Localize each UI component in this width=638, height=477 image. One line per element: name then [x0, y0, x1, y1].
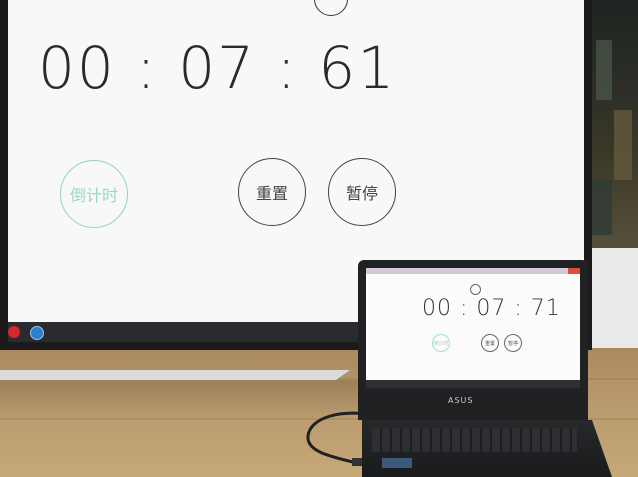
- laptop-taskbar: [366, 380, 580, 388]
- taskbar-app-icon-blue[interactable]: [30, 326, 44, 340]
- laptop-pause-button[interactable]: 暂停: [504, 334, 522, 352]
- laptop-stopwatch-time-display: 00 : 07 : 71: [422, 296, 561, 321]
- top-circle-icon[interactable]: [470, 284, 481, 295]
- laptop-brand-logo: ASUS: [448, 396, 474, 405]
- countdown-button[interactable]: 倒计时: [60, 160, 128, 228]
- stopwatch-time-display: 00 : 07 : 61: [38, 34, 397, 102]
- pause-button[interactable]: 暂停: [328, 158, 396, 226]
- monitor-stand: [0, 370, 350, 380]
- shelf-object: [596, 40, 612, 100]
- reset-button[interactable]: 重置: [238, 158, 306, 226]
- close-icon[interactable]: [568, 268, 580, 274]
- taskbar-app-icon-red[interactable]: [8, 326, 20, 338]
- laptop-sticker: [382, 458, 412, 468]
- laptop-window-titlebar: [366, 268, 580, 274]
- shelf-object: [592, 180, 612, 235]
- laptop-reset-button[interactable]: 重置: [481, 334, 499, 352]
- laptop-countdown-button[interactable]: 倒计时: [432, 334, 450, 352]
- laptop-keyboard: [372, 428, 577, 452]
- shelf-object: [614, 110, 632, 180]
